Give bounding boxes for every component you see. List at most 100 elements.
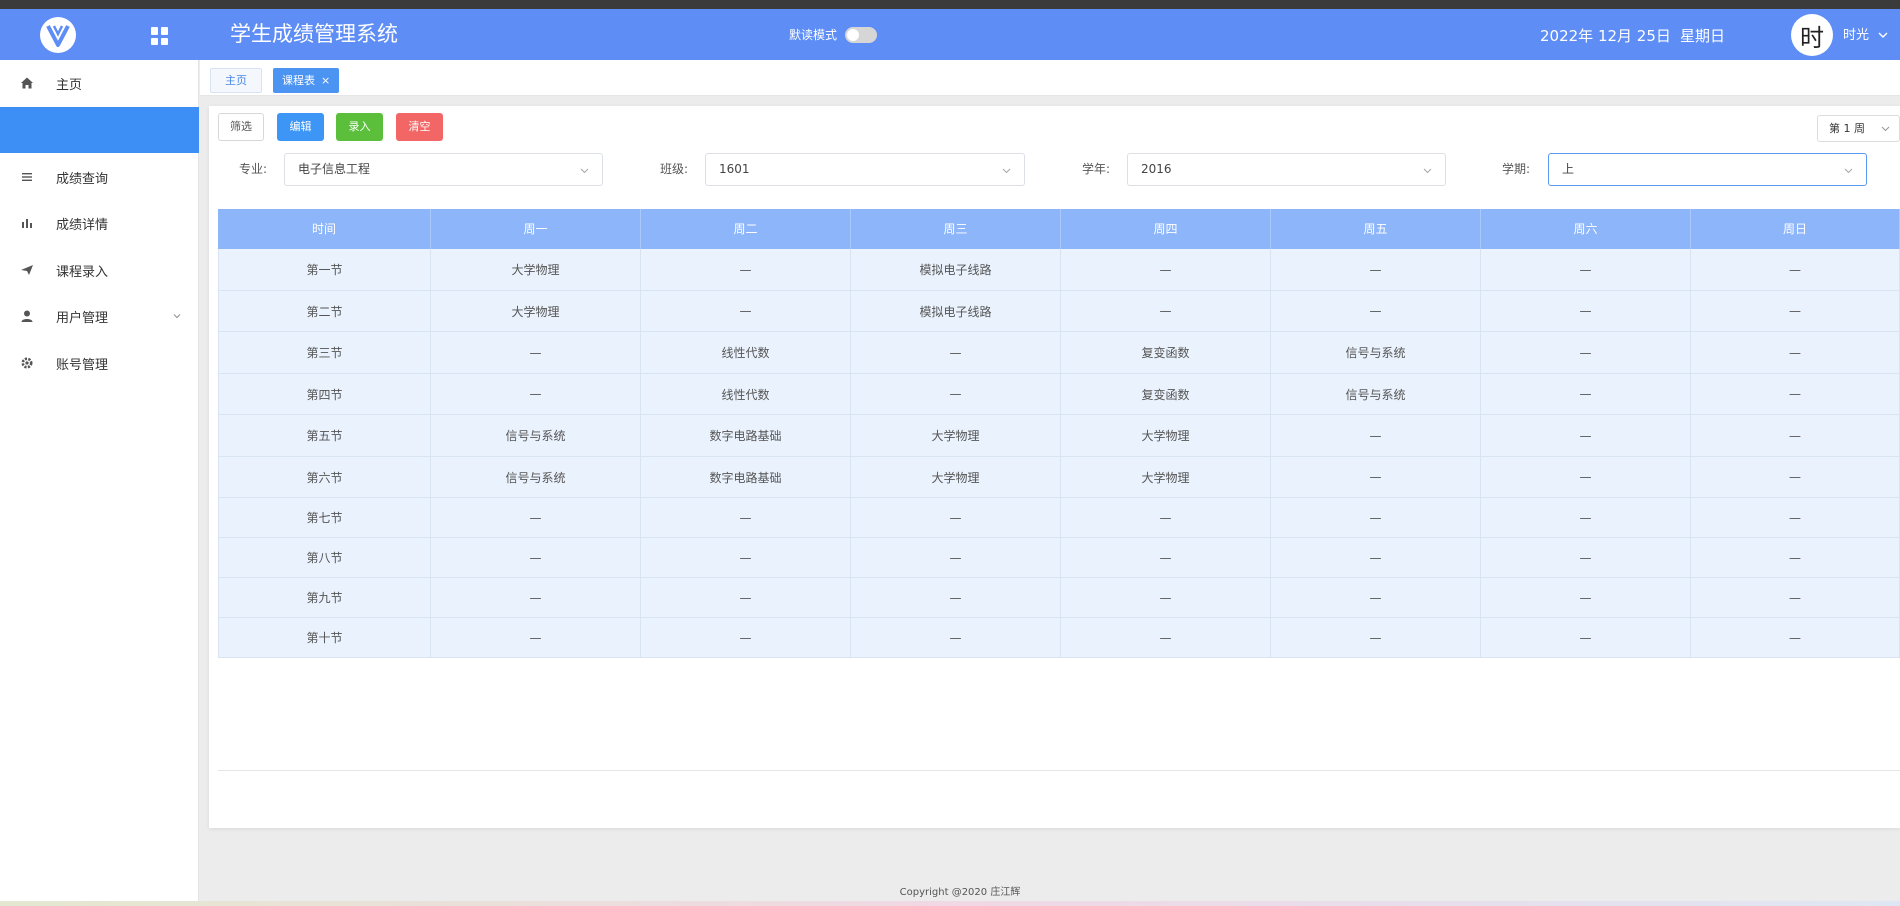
course-cell[interactable]: —: [1691, 457, 1900, 497]
course-cell[interactable]: 大学物理: [431, 249, 641, 290]
year-select[interactable]: 2016: [1127, 153, 1446, 186]
app-logo[interactable]: [40, 17, 76, 53]
course-cell[interactable]: —: [641, 498, 851, 537]
course-cell[interactable]: —: [1691, 249, 1900, 290]
course-cell[interactable]: —: [1481, 457, 1691, 497]
course-cell[interactable]: 模拟电子线路: [851, 291, 1061, 331]
sidebar-item-course-entry[interactable]: 课程录入: [0, 247, 199, 293]
course-cell[interactable]: 信号与系统: [1271, 332, 1481, 373]
course-cell[interactable]: —: [641, 249, 851, 290]
course-cell[interactable]: —: [1691, 374, 1900, 414]
sidebar-item-home[interactable]: 主页: [0, 60, 199, 106]
course-cell[interactable]: 大学物理: [431, 291, 641, 331]
course-cell[interactable]: 线性代数: [641, 374, 851, 414]
course-cell[interactable]: —: [1061, 538, 1271, 577]
year-label: 学年:: [1082, 162, 1111, 176]
course-cell[interactable]: —: [1061, 249, 1271, 290]
course-cell[interactable]: —: [641, 618, 851, 657]
course-cell[interactable]: —: [1691, 415, 1900, 456]
sidebar-item-account-management[interactable]: 账号管理: [0, 340, 199, 386]
course-cell[interactable]: —: [851, 374, 1061, 414]
course-cell[interactable]: —: [1271, 415, 1481, 456]
filter-button[interactable]: 筛选: [218, 113, 264, 141]
course-cell[interactable]: —: [1481, 249, 1691, 290]
course-cell[interactable]: —: [431, 332, 641, 373]
course-cell[interactable]: 线性代数: [641, 332, 851, 373]
tab-home[interactable]: 主页: [210, 68, 262, 93]
class-select[interactable]: 1601: [705, 153, 1025, 186]
reading-mode-toggle[interactable]: [845, 27, 877, 43]
course-cell[interactable]: —: [1691, 498, 1900, 537]
sidebar-item-grade-detail[interactable]: 成绩详情: [0, 200, 199, 246]
course-cell[interactable]: —: [1691, 618, 1900, 657]
tab-timetable[interactable]: 课程表 ×: [273, 68, 340, 93]
course-cell[interactable]: 复变函数: [1061, 374, 1271, 414]
course-cell[interactable]: —: [641, 538, 851, 577]
course-cell[interactable]: —: [1481, 332, 1691, 373]
column-header: 周二: [641, 209, 851, 249]
menu-grid-icon[interactable]: [151, 27, 169, 45]
major-select[interactable]: 电子信息工程: [284, 153, 603, 186]
course-cell[interactable]: —: [641, 578, 851, 617]
course-cell[interactable]: —: [1271, 538, 1481, 577]
chevron-down-icon[interactable]: [1876, 28, 1890, 42]
course-cell[interactable]: —: [1691, 291, 1900, 331]
sidebar-item-user-management[interactable]: 用户管理: [0, 293, 199, 339]
course-cell[interactable]: 信号与系统: [1271, 374, 1481, 414]
sidebar-item-active[interactable]: [0, 107, 199, 153]
course-cell[interactable]: 大学物理: [851, 415, 1061, 456]
course-cell[interactable]: —: [1691, 578, 1900, 617]
course-cell[interactable]: —: [431, 374, 641, 414]
course-cell[interactable]: 复变函数: [1061, 332, 1271, 373]
course-cell[interactable]: 大学物理: [851, 457, 1061, 497]
course-cell[interactable]: —: [431, 578, 641, 617]
header-weekday: 星期日: [1680, 27, 1726, 45]
course-cell[interactable]: —: [1061, 498, 1271, 537]
course-cell[interactable]: —: [851, 498, 1061, 537]
course-cell[interactable]: —: [1061, 291, 1271, 331]
course-cell[interactable]: —: [851, 332, 1061, 373]
course-cell[interactable]: —: [1481, 578, 1691, 617]
edit-button[interactable]: 编辑: [277, 113, 324, 141]
term-select[interactable]: 上: [1548, 153, 1867, 186]
course-cell[interactable]: —: [1691, 332, 1900, 373]
username[interactable]: 时光: [1843, 27, 1869, 44]
course-cell[interactable]: —: [1271, 618, 1481, 657]
week-select[interactable]: 第 1 周: [1817, 115, 1900, 142]
course-cell[interactable]: —: [1271, 457, 1481, 497]
sidebar-item-grade-query[interactable]: 成绩查询: [0, 154, 199, 200]
course-cell[interactable]: —: [1481, 538, 1691, 577]
chevron-down-icon[interactable]: [171, 310, 183, 322]
course-cell[interactable]: —: [1271, 249, 1481, 290]
course-cell[interactable]: —: [1481, 291, 1691, 331]
enter-button[interactable]: 录入: [336, 113, 383, 141]
course-cell[interactable]: —: [431, 538, 641, 577]
course-cell[interactable]: 模拟电子线路: [851, 249, 1061, 290]
avatar[interactable]: 时: [1791, 14, 1833, 56]
close-icon[interactable]: ×: [321, 74, 330, 87]
course-cell[interactable]: 信号与系统: [431, 415, 641, 456]
course-cell[interactable]: —: [1271, 291, 1481, 331]
course-cell[interactable]: —: [431, 618, 641, 657]
course-cell[interactable]: —: [1481, 415, 1691, 456]
course-cell[interactable]: —: [1481, 618, 1691, 657]
course-cell[interactable]: —: [851, 618, 1061, 657]
course-cell[interactable]: —: [1481, 498, 1691, 537]
course-cell[interactable]: —: [641, 291, 851, 331]
course-cell[interactable]: 信号与系统: [431, 457, 641, 497]
course-cell[interactable]: —: [1271, 498, 1481, 537]
course-cell[interactable]: —: [1481, 374, 1691, 414]
course-cell[interactable]: 数字电路基础: [641, 415, 851, 456]
course-cell[interactable]: —: [431, 498, 641, 537]
user-icon: [20, 309, 34, 323]
course-cell[interactable]: 数字电路基础: [641, 457, 851, 497]
clear-button[interactable]: 清空: [396, 113, 443, 141]
course-cell[interactable]: —: [1061, 618, 1271, 657]
course-cell[interactable]: —: [851, 538, 1061, 577]
course-cell[interactable]: —: [1271, 578, 1481, 617]
course-cell[interactable]: 大学物理: [1061, 457, 1271, 497]
course-cell[interactable]: —: [851, 578, 1061, 617]
course-cell[interactable]: —: [1691, 538, 1900, 577]
course-cell[interactable]: 大学物理: [1061, 415, 1271, 456]
course-cell[interactable]: —: [1061, 578, 1271, 617]
